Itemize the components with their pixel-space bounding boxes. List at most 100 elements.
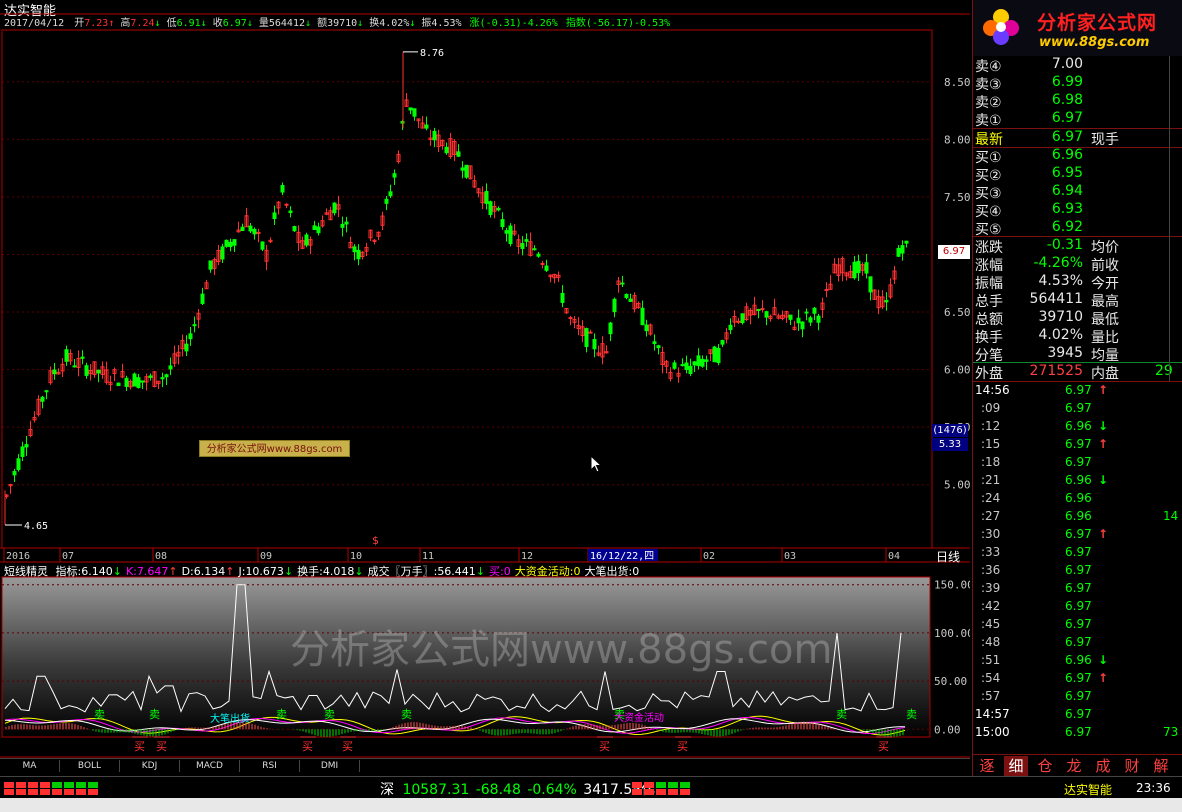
- tick-row[interactable]: :36 6.97: [973, 563, 1182, 581]
- candle-body: [136, 377, 141, 389]
- candle-body: [252, 228, 257, 235]
- tick-row[interactable]: :27 6.96 14: [973, 509, 1182, 527]
- tick-row[interactable]: :45 6.97: [973, 617, 1182, 635]
- tab-ma[interactable]: MA: [0, 760, 60, 772]
- tab-rsi[interactable]: RSI: [240, 760, 300, 772]
- candle-body: [316, 226, 321, 234]
- tick-row[interactable]: :48 6.97: [973, 635, 1182, 653]
- status-stock-name[interactable]: 达实智能: [1064, 781, 1112, 798]
- x-axis-label: 10: [350, 551, 362, 562]
- candle-body: [52, 369, 57, 375]
- stat-row[interactable]: 分笔 3945 均量: [975, 345, 1181, 364]
- btn-xi[interactable]: 细: [1004, 756, 1028, 776]
- indicator-y-tick: 50.00: [934, 675, 967, 688]
- candle-body: [756, 308, 761, 311]
- stat-row[interactable]: 涨幅 -4.26% 前收: [975, 255, 1181, 274]
- meter-segment: [656, 789, 666, 795]
- candle-body: [808, 317, 813, 323]
- stat-row[interactable]: 涨跌 -0.31 均价: [975, 237, 1181, 256]
- tick-row[interactable]: :12 6.96 ↓: [973, 419, 1182, 437]
- stat-row[interactable]: 总手 564411 最高: [975, 291, 1181, 310]
- price-chart-svg[interactable]: 8.764.65 8.508.007.507.006.506.005.505.0…: [0, 0, 970, 758]
- tick-row[interactable]: :18 6.97: [973, 455, 1182, 473]
- tick-row[interactable]: :39 6.97: [973, 581, 1182, 599]
- meter-segment: [64, 782, 74, 788]
- candle-body: [432, 130, 437, 141]
- candle-body: [816, 315, 821, 323]
- candle-body: [200, 293, 205, 304]
- candle-body: [520, 243, 525, 249]
- buy-level-row[interactable]: 买⑤ 6.92: [975, 219, 1181, 238]
- candle-body: [312, 225, 317, 231]
- indicator-field: 指标:6.140↓: [55, 565, 122, 578]
- period-label[interactable]: 日线: [936, 548, 960, 565]
- candle-body: [292, 226, 297, 232]
- candle-body: [640, 307, 645, 326]
- candle-body: [332, 202, 337, 214]
- outer-inner-row[interactable]: 外盘 271525 内盘 29: [975, 363, 1181, 382]
- tick-row[interactable]: :57 6.97: [973, 689, 1182, 707]
- latest-price-row[interactable]: 最新 6.97 现手: [975, 129, 1181, 148]
- meter-segment: [632, 782, 642, 788]
- meter-segment: [76, 789, 86, 795]
- tick-row[interactable]: :15 6.97 ↑: [973, 437, 1182, 455]
- tick-row[interactable]: :09 6.97: [973, 401, 1182, 419]
- candle-body: [188, 333, 193, 340]
- candle-body: [496, 207, 501, 211]
- buy-level-row[interactable]: 买② 6.95: [975, 165, 1181, 184]
- buy-signal: 买: [677, 740, 688, 753]
- buy-signal: 买: [156, 740, 167, 753]
- candle-body: [904, 240, 909, 244]
- sell-level-row[interactable]: 卖① 6.97: [975, 110, 1181, 129]
- indicator-plot: 150.00 100.00 50.00 0.00 分析家公式网www.88gs.com 卖…: [0, 576, 970, 758]
- x-axis-label: 02: [703, 551, 715, 562]
- indicator-field: 换手:4.018↓: [297, 565, 364, 578]
- candle-body: [544, 265, 549, 271]
- index-readout[interactable]: 深 10587.31 -68.48 -0.64% 3417.55亿: [380, 779, 655, 799]
- tick-row[interactable]: :33 6.97: [973, 545, 1182, 563]
- tick-row[interactable]: :21 6.96 ↓: [973, 473, 1182, 491]
- tick-row[interactable]: 14:56 6.97 ↑: [973, 383, 1182, 401]
- stat-row[interactable]: 换手 4.02% 量比: [975, 327, 1181, 346]
- sell-level-row[interactable]: 卖② 6.98: [975, 92, 1181, 111]
- chart-marker: $: [372, 534, 379, 547]
- meter-segment: [632, 789, 642, 795]
- candle-body: [856, 260, 861, 274]
- indicator-field: 大笔出货:0: [584, 565, 640, 578]
- tick-row[interactable]: 15:00 6.97 73: [973, 725, 1182, 743]
- buy-level-row[interactable]: 买① 6.96: [975, 147, 1181, 166]
- tick-row[interactable]: :42 6.97: [973, 599, 1182, 617]
- tick-row[interactable]: :54 6.97 ↑: [973, 671, 1182, 689]
- sell-level-row[interactable]: 卖④ 7.00: [975, 56, 1181, 75]
- tick-row[interactable]: 14:57 6.97: [973, 707, 1182, 725]
- btn-cang[interactable]: 仓: [1033, 756, 1057, 776]
- candle-body: [760, 308, 765, 311]
- tick-row[interactable]: :30 6.97 ↑: [973, 527, 1182, 545]
- chart-area[interactable]: 达实智能 2017/04/12 开7.23↑ 高7.24↓ 低6.91↓ 收6.…: [0, 0, 970, 758]
- tab-kdj[interactable]: KDJ: [120, 760, 180, 772]
- candle-body: [116, 382, 121, 387]
- buy-level-row[interactable]: 买④ 6.93: [975, 201, 1181, 220]
- buy-signal: 买: [302, 740, 313, 753]
- btn-jie[interactable]: 解: [1149, 756, 1173, 776]
- btn-cai[interactable]: 财: [1120, 756, 1144, 776]
- candle-body: [456, 151, 461, 157]
- candle-body: [260, 241, 265, 250]
- tick-row[interactable]: :24 6.96: [973, 491, 1182, 509]
- stat-row[interactable]: 振幅 4.53% 今开: [975, 273, 1181, 292]
- tab-dmi[interactable]: DMI: [300, 760, 360, 772]
- sell-level-row[interactable]: 卖③ 6.99: [975, 74, 1181, 93]
- buy-signal: 买: [134, 740, 145, 753]
- tab-boll[interactable]: BOLL: [60, 760, 120, 772]
- buy-level-row[interactable]: 买③ 6.94: [975, 183, 1181, 202]
- meter-segment: [64, 789, 74, 795]
- sell-signal: 卖: [906, 708, 917, 721]
- btn-long[interactable]: 龙: [1062, 756, 1086, 776]
- tab-macd[interactable]: MACD: [180, 760, 240, 772]
- meter-segment: [76, 782, 86, 788]
- btn-zhu[interactable]: 逐: [975, 756, 999, 776]
- tick-row[interactable]: :51 6.96 ↓: [973, 653, 1182, 671]
- candle-body: [720, 340, 725, 345]
- btn-cheng[interactable]: 成: [1091, 756, 1115, 776]
- stat-row[interactable]: 总额 39710 最低: [975, 309, 1181, 328]
